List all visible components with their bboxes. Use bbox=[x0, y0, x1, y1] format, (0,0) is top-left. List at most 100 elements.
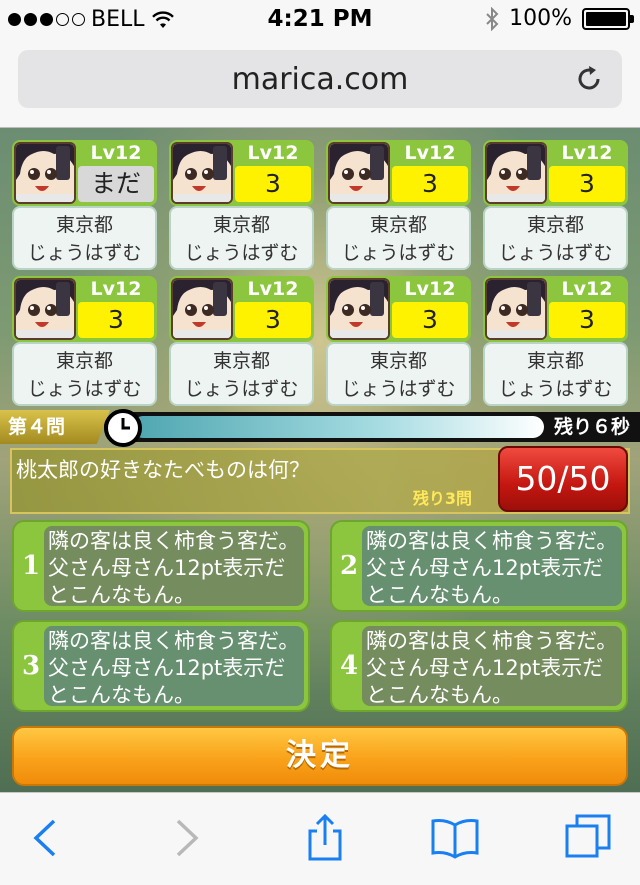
answer-option-2[interactable]: 2 隣の客は良く柿食う客だ。父さん母さん12pt表示だとこんなもん。 bbox=[330, 520, 628, 612]
answer-number: 3 bbox=[21, 651, 41, 681]
player-level: Lv12 bbox=[90, 278, 142, 300]
share-icon[interactable] bbox=[300, 813, 350, 863]
bluetooth-icon bbox=[486, 6, 499, 31]
player-card: Lv12 3 東京都 じょうはずむ bbox=[169, 276, 314, 406]
answer-option-4[interactable]: 4 隣の客は良く柿食う客だ。父さん母さん12pt表示だとこんなもん。 bbox=[330, 620, 628, 712]
player-info: 東京都 じょうはずむ bbox=[169, 206, 314, 270]
player-level: Lv12 bbox=[404, 278, 456, 300]
player-info: 東京都 じょうはずむ bbox=[326, 206, 471, 270]
avatar bbox=[328, 142, 390, 204]
player-name: じょうはずむ bbox=[27, 242, 142, 264]
answer-counter: 50/50 bbox=[498, 446, 628, 512]
player-level: Lv12 bbox=[561, 142, 613, 164]
player-info: 東京都 じょうはずむ bbox=[169, 342, 314, 406]
battery-percent: 100% bbox=[509, 6, 572, 31]
player-header: Lv12 3 bbox=[169, 276, 314, 342]
reload-icon[interactable] bbox=[574, 64, 604, 94]
player-info: 東京都 じょうはずむ bbox=[12, 342, 157, 406]
tabs-icon[interactable] bbox=[564, 813, 614, 863]
answer-number: 4 bbox=[339, 651, 359, 681]
player-score: 3 bbox=[78, 302, 154, 338]
time-remaining: 残り６秒 bbox=[553, 416, 630, 438]
player-header: Lv12 3 bbox=[326, 140, 471, 206]
answer-options: 1 隣の客は良く柿食う客だ。父さん母さん12pt表示だとこんなもん。 2 隣の客… bbox=[12, 520, 628, 712]
player-name: じょうはずむ bbox=[341, 378, 456, 400]
player-info: 東京都 じょうはずむ bbox=[326, 342, 471, 406]
player-prefecture: 東京都 bbox=[212, 214, 270, 236]
player-grid: Lv12 まだ 東京都 じょうはずむ Lv12 3 東京都 じょうはずむ Lv12 3 東京都 じょう… bbox=[12, 140, 628, 406]
player-card: Lv12 3 東京都 じょうはずむ bbox=[326, 276, 471, 406]
answer-option-3[interactable]: 3 隣の客は良く柿食う客だ。父さん母さん12pt表示だとこんなもん。 bbox=[12, 620, 310, 712]
player-header: Lv12 3 bbox=[169, 140, 314, 206]
avatar bbox=[328, 278, 390, 340]
player-card: Lv12 3 東京都 じょうはずむ bbox=[326, 140, 471, 270]
player-level: Lv12 bbox=[247, 278, 299, 300]
url-field[interactable]: marica.com bbox=[18, 50, 622, 108]
player-level: Lv12 bbox=[247, 142, 299, 164]
player-level: Lv12 bbox=[561, 278, 613, 300]
url-text: marica.com bbox=[231, 62, 409, 97]
player-card: Lv12 3 東京都 じょうはずむ bbox=[483, 140, 628, 270]
avatar bbox=[485, 142, 547, 204]
question-text: 桃太郎の好きなたべものは何？ bbox=[16, 458, 310, 482]
player-header: Lv12 3 bbox=[483, 276, 628, 342]
player-prefecture: 東京都 bbox=[369, 350, 427, 372]
player-level: Lv12 bbox=[404, 142, 456, 164]
questions-left: 残り3問 bbox=[412, 489, 472, 508]
avatar bbox=[485, 278, 547, 340]
player-name: じょうはずむ bbox=[27, 378, 142, 400]
browser-toolbar bbox=[0, 792, 640, 885]
player-prefecture: 東京都 bbox=[526, 350, 584, 372]
status-right: 100% bbox=[485, 6, 634, 31]
player-prefecture: 東京都 bbox=[55, 214, 113, 236]
clock-icon bbox=[104, 409, 142, 447]
player-name: じょうはずむ bbox=[184, 378, 299, 400]
player-header: Lv12 3 bbox=[483, 140, 628, 206]
avatar bbox=[171, 142, 233, 204]
answer-number: 1 bbox=[21, 551, 41, 581]
player-score: まだ bbox=[78, 166, 154, 202]
status-bar: BELL 4:21 PM 100% bbox=[0, 0, 640, 40]
player-header: Lv12 3 bbox=[12, 276, 157, 342]
player-name: じょうはずむ bbox=[341, 242, 456, 264]
player-score: 3 bbox=[235, 166, 311, 202]
answer-number: 2 bbox=[339, 551, 359, 581]
player-score: 3 bbox=[549, 302, 625, 338]
avatar bbox=[14, 278, 76, 340]
player-card: Lv12 3 東京都 じょうはずむ bbox=[169, 140, 314, 270]
submit-button[interactable]: 決定 bbox=[12, 726, 628, 786]
player-card: Lv12 3 東京都 じょうはずむ bbox=[12, 276, 157, 406]
player-prefecture: 東京都 bbox=[55, 350, 113, 372]
answer-text: 隣の客は良く柿食う客だ。父さん母さん12pt表示だとこんなもん。 bbox=[362, 526, 622, 607]
player-score: 3 bbox=[392, 302, 468, 338]
answer-text: 隣の客は良く柿食う客だ。父さん母さん12pt表示だとこんなもん。 bbox=[44, 526, 304, 607]
player-card: Lv12 まだ東京都じょうはずむ bbox=[12, 140, 157, 270]
answer-text: 隣の客は良く柿食う客だ。父さん母さん12pt表示だとこんなもん。 bbox=[362, 626, 622, 707]
player-header: Lv12 3 bbox=[326, 276, 471, 342]
answer-option-1[interactable]: 1 隣の客は良く柿食う客だ。父さん母さん12pt表示だとこんなもん。 bbox=[12, 520, 310, 612]
forward-icon[interactable] bbox=[160, 813, 210, 863]
bookmarks-icon[interactable] bbox=[430, 813, 480, 863]
player-name: じょうはずむ bbox=[498, 242, 613, 264]
avatar bbox=[14, 142, 76, 204]
player-score: 3 bbox=[235, 302, 311, 338]
player-score: 3 bbox=[549, 166, 625, 202]
player-card: Lv12 3 東京都 じょうはずむ bbox=[483, 276, 628, 406]
back-icon[interactable] bbox=[22, 813, 72, 863]
player-header: Lv12 まだ bbox=[12, 140, 157, 206]
question-number: 第４問 bbox=[0, 410, 110, 444]
avatar bbox=[171, 278, 233, 340]
timer-fill bbox=[132, 416, 544, 438]
battery-icon bbox=[582, 7, 634, 30]
player-info: 東京都 じょうはずむ bbox=[483, 206, 628, 270]
player-level: Lv12 bbox=[90, 142, 142, 164]
player-prefecture: 東京都 bbox=[369, 214, 427, 236]
browser-address-bar: marica.com bbox=[0, 40, 640, 128]
answer-text: 隣の客は良く柿食う客だ。父さん母さん12pt表示だとこんなもん。 bbox=[44, 626, 304, 707]
player-name: じょうはずむ bbox=[498, 378, 613, 400]
player-info: 東京都 じょうはずむ bbox=[12, 206, 157, 270]
player-info: 東京都 じょうはずむ bbox=[483, 342, 628, 406]
player-prefecture: 東京都 bbox=[526, 214, 584, 236]
player-score: 3 bbox=[392, 166, 468, 202]
quiz-game-screen: Lv12 まだ 東京都 じょうはずむ Lv12 3 東京都 じょうはずむ Lv12 3 東京都 じょう… bbox=[0, 128, 640, 792]
